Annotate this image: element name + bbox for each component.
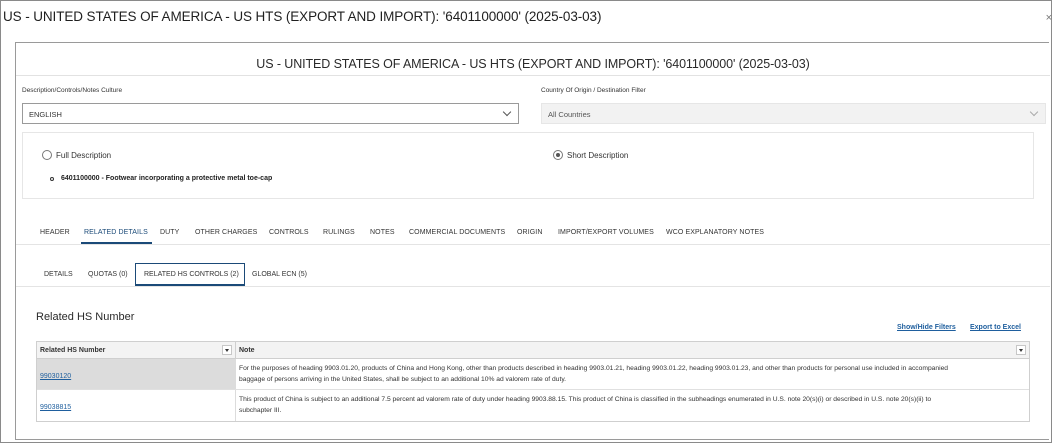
note-line: baggage of persons arriving in the Unite… <box>239 375 567 383</box>
full-description-radio[interactable] <box>42 150 52 160</box>
window-title: US - UNITED STATES OF AMERICA - US HTS (… <box>3 9 602 24</box>
column-header-label: Note <box>239 347 255 354</box>
origin-filter-value: All Countries <box>548 110 591 119</box>
description-text: 6401100000 - Footwear incorporating a pr… <box>61 175 273 182</box>
origin-filter-label: Country Of Origin / Destination Filter <box>541 87 646 94</box>
page-title: US - UNITED STATES OF AMERICA - US HTS (… <box>256 57 810 71</box>
hs-number-link[interactable]: 99038815 <box>40 404 71 411</box>
hs-number-cell: 99030120 <box>37 359 236 389</box>
tab-wco-explanatory-notes[interactable]: WCO EXPLANATORY NOTES <box>666 229 764 236</box>
subtab-details[interactable]: DETAILS <box>44 271 73 278</box>
culture-select[interactable]: ENGLISH <box>22 103 519 124</box>
column-header-label: Related HS Number <box>40 347 106 354</box>
section-title: Related HS Number <box>36 311 135 323</box>
table-header: Related HS Number Note <box>37 342 1029 359</box>
main-tab-bar: HEADER RELATED DETAILS DUTY OTHER CHARGE… <box>16 223 1050 245</box>
chevron-down-icon <box>1029 107 1039 117</box>
detail-panel: US - UNITED STATES OF AMERICA - US HTS (… <box>15 42 1050 440</box>
tab-related-details[interactable]: RELATED DETAILS <box>84 229 148 236</box>
tab-other-charges[interactable]: OTHER CHARGES <box>195 229 257 236</box>
column-menu-icon[interactable] <box>222 345 232 355</box>
note-line: This product of China is subject to an a… <box>239 396 932 403</box>
note-line: subchapter III. <box>239 406 282 414</box>
tab-import-export-volumes[interactable]: IMPORT/EXPORT VOLUMES <box>558 229 654 236</box>
description-options-card: Full Description Short Description 64011… <box>22 132 1034 199</box>
tab-rulings[interactable]: RULINGS <box>323 229 355 236</box>
tab-notes[interactable]: NOTES <box>370 229 395 236</box>
export-to-excel-link[interactable]: Export to Excel <box>970 324 1021 331</box>
subtab-quotas[interactable]: QUOTAS (0) <box>88 271 128 278</box>
tab-origin[interactable]: ORIGIN <box>517 229 543 236</box>
column-header-note[interactable]: Note <box>236 342 1029 358</box>
bullet-icon <box>50 177 54 181</box>
chevron-down-icon <box>502 107 512 117</box>
note-cell: This product of China is subject to an a… <box>236 390 1029 421</box>
note-cell: For the purposes of heading 9903.01.20, … <box>236 359 1029 389</box>
subtab-related-hs-controls[interactable]: RELATED HS CONTROLS (2) <box>144 271 239 278</box>
hs-number-cell: 99038815 <box>37 390 236 421</box>
tab-controls[interactable]: CONTROLS <box>269 229 309 236</box>
column-menu-icon[interactable] <box>1016 345 1026 355</box>
related-hs-table: Related HS Number Note 99030120 For the … <box>36 341 1030 422</box>
close-icon[interactable]: × <box>1046 12 1052 24</box>
divider <box>16 75 1050 76</box>
table-row[interactable]: 99038815 This product of China is subjec… <box>37 390 1029 421</box>
tab-duty[interactable]: DUTY <box>160 229 179 236</box>
note-line: For the purposes of heading 9903.01.20, … <box>239 365 949 372</box>
active-tab-indicator <box>81 242 152 244</box>
culture-label: Description/Controls/Notes Culture <box>22 87 123 94</box>
tab-header[interactable]: HEADER <box>40 229 70 236</box>
table-row[interactable]: 99030120 For the purposes of heading 990… <box>37 359 1029 390</box>
subtab-global-ecn[interactable]: GLOBAL ECN (5) <box>252 271 307 278</box>
short-description-label[interactable]: Short Description <box>567 151 628 160</box>
hs-number-link[interactable]: 99030120 <box>40 373 71 380</box>
origin-filter-select[interactable]: All Countries <box>541 103 1046 124</box>
short-description-radio[interactable] <box>553 150 563 160</box>
show-hide-filters-link[interactable]: Show/Hide Filters <box>897 324 956 331</box>
full-description-label[interactable]: Full Description <box>56 151 111 160</box>
tab-commercial-documents[interactable]: COMMERCIAL DOCUMENTS <box>409 229 505 236</box>
culture-select-value: ENGLISH <box>29 110 62 119</box>
column-header-related-hs-number[interactable]: Related HS Number <box>37 342 236 358</box>
